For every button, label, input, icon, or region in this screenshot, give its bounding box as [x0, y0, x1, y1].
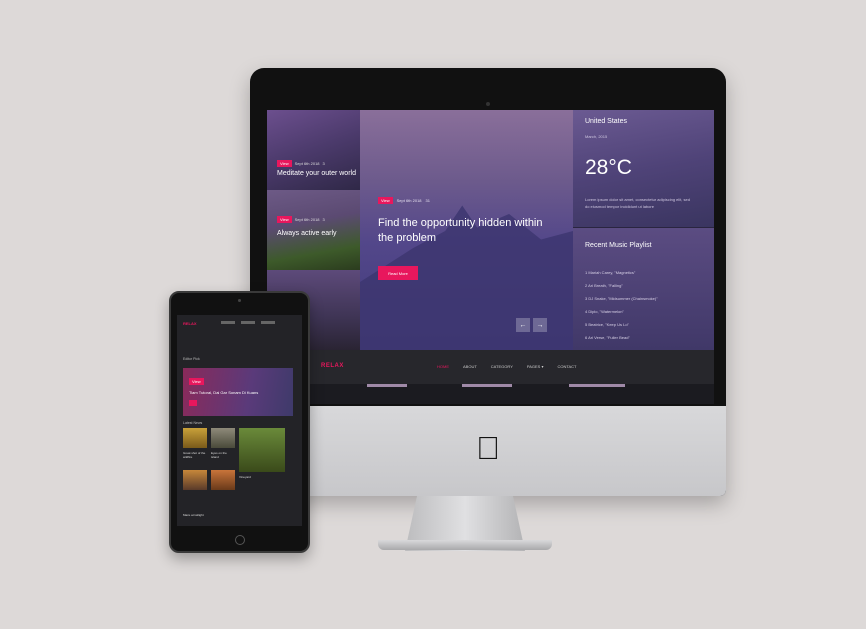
section-heading: Latest News	[183, 421, 203, 425]
news-caption[interactable]: Vineyard	[239, 475, 263, 479]
featured-title[interactable]: Tiam Tutoral, Dai Gar Sonam Di Kuans	[189, 390, 258, 395]
nav-menu: HOME ABOUT CATEGORY PAGES ▾ CONTACT	[437, 364, 577, 369]
imac-camera	[486, 102, 490, 106]
news-grid	[183, 428, 285, 490]
playlist-title: Recent Music Playlist	[585, 242, 652, 249]
news-thumbnail[interactable]	[211, 428, 235, 448]
comment-count: 3	[322, 217, 325, 222]
playlist-track[interactable]: 6 Ari Verse, "Fuller Bead"	[585, 335, 630, 340]
content-strip	[267, 384, 714, 404]
ipad-camera	[238, 299, 241, 302]
nav-item-pages[interactable]: PAGES ▾	[527, 364, 544, 369]
post-date: Sept 6th 2018	[396, 198, 422, 203]
featured-post[interactable]: View Tiam Tutoral, Dai Gar Sonam Di Kuan…	[183, 368, 293, 416]
news-caption[interactable]: Maze at twilight	[183, 513, 207, 517]
nav-item-contact[interactable]: CONTACT	[557, 364, 576, 369]
nav-item-home[interactable]: HOME	[437, 364, 449, 369]
playlist-track[interactable]: 3 DJ Snake, "Midsummer (Chainsmoke)"	[585, 296, 658, 301]
site-logo[interactable]: RELAX	[321, 363, 344, 369]
home-button[interactable]	[234, 535, 245, 545]
post-title[interactable]: Meditate your outer world	[277, 170, 356, 177]
weather-temperature: 28°C	[585, 156, 632, 179]
post-tile[interactable]: View Sept 6th 2018 3 Always active early	[267, 190, 360, 270]
news-thumbnail[interactable]	[183, 428, 207, 448]
read-more-button[interactable]: Read More	[378, 266, 418, 280]
news-caption[interactable]: Great shot of the wildfire	[183, 451, 207, 459]
imac-screen: View Sept 6th 2018 3 Meditate your outer…	[267, 110, 714, 404]
read-more-button[interactable]	[189, 400, 197, 406]
post-date: Sept 6th 2018	[294, 161, 320, 166]
news-thumbnail[interactable]	[239, 428, 285, 472]
news-caption[interactable]: Eyes on the island	[211, 451, 235, 459]
news-thumbnail[interactable]	[183, 470, 207, 490]
ipad-screen: RELAX Editor Pick View Tiam Tutoral, Dai…	[177, 315, 302, 526]
hero-title[interactable]: Find the opportunity hidden within the p…	[378, 216, 548, 246]
imac-device:  View Sept 6th 2018 3 Meditate your out…	[250, 68, 726, 496]
comment-count: 31	[425, 198, 430, 203]
site-navbar: RELAX HOME ABOUT CATEGORY PAGES ▾ CONTAC…	[267, 350, 714, 384]
weather-date: March, 2015	[585, 134, 608, 139]
ipad-device: RELAX Editor Pick View Tiam Tutoral, Dai…	[169, 291, 310, 553]
post-date: Sept 6th 2018	[294, 217, 320, 222]
view-badge[interactable]: View	[277, 216, 292, 223]
view-badge[interactable]: View	[378, 197, 393, 204]
post-tile[interactable]: View Sept 6th 2018 3 Meditate your outer…	[267, 110, 360, 190]
weather-widget: United States March, 2015 28°C Lorem ips…	[573, 110, 714, 228]
sidebar-widgets: United States March, 2015 28°C Lorem ips…	[573, 110, 714, 350]
playlist-track[interactable]: 4 Diplo, "Watermelon"	[585, 309, 624, 314]
view-badge[interactable]: View	[277, 160, 292, 167]
arrow-left-icon[interactable]: ←	[516, 318, 530, 332]
weather-description: Lorem ipsum dolor sit amet, consectetur …	[585, 197, 690, 209]
arrow-right-icon[interactable]: →	[533, 318, 547, 332]
imac-chin: 	[250, 406, 726, 496]
slider-controls: ← →	[516, 318, 547, 332]
top-posts-strip	[221, 321, 275, 324]
nav-item-category[interactable]: CATEGORY	[491, 364, 513, 369]
section-heading: Editor Pick	[183, 357, 200, 361]
apple-logo-icon: 	[476, 432, 500, 464]
playlist-track[interactable]: 5 Beatrice, "Keep Us Lo"	[585, 322, 629, 327]
hero-slider: View Sept 6th 2018 31 Find the opportuni…	[360, 110, 573, 350]
site-logo[interactable]: RELAX	[183, 321, 197, 326]
playlist-track[interactable]: 2 Ari Breath, "Falling"	[585, 283, 623, 288]
weather-location: United States	[585, 118, 628, 125]
comment-count: 3	[322, 161, 325, 166]
post-title[interactable]: Always active early	[277, 230, 337, 237]
view-badge[interactable]: View	[189, 378, 204, 385]
news-thumbnail[interactable]	[211, 470, 235, 490]
playlist-widget: Recent Music Playlist 1 Mariah Carey, "M…	[573, 228, 714, 350]
nav-item-about[interactable]: ABOUT	[463, 364, 477, 369]
playlist-track[interactable]: 1 Mariah Carey, "Magnetics"	[585, 270, 635, 275]
imac-stand-base	[378, 540, 552, 550]
